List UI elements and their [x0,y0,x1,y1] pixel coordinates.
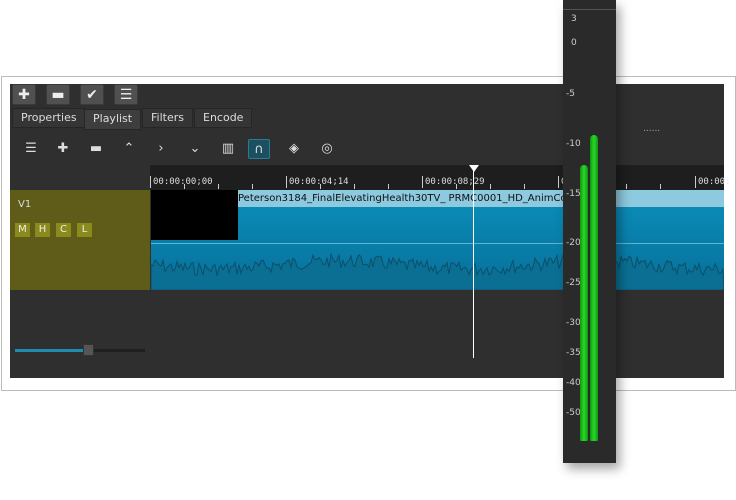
ruler-label: 00:00: [695,176,731,188]
remove-icon: ▬ [89,141,103,156]
ruler-tick [354,184,355,189]
tab-playlist[interactable]: Playlist [84,109,142,130]
snap-magnet-button[interactable]: ∩ [248,139,270,159]
ruler-tick [218,184,219,189]
split-button[interactable]: ⌄ [184,139,206,159]
track-name: V1 [18,199,32,210]
ruler-label: 00:00:04;14 [286,176,349,188]
menu-button[interactable]: ☰ [114,84,138,105]
minus-icon: ▬ [51,87,65,103]
meter-scale-label: -25 [566,278,581,288]
meter-scale-label: 0 [571,38,577,48]
ruler-tick [626,184,627,189]
playhead[interactable] [473,170,474,358]
hide-button[interactable]: H [35,223,50,237]
meter-scale-label: -10 [566,139,581,149]
meter-scale-label: -50 [566,408,581,418]
ruler-tick [320,184,321,189]
menu-button[interactable]: ☰ [20,139,42,159]
meter-scale-label: 3 [571,14,577,24]
meter-bar-left [580,165,588,441]
splitter-handle[interactable]: ...... [643,124,660,134]
mute-button[interactable]: M [15,223,30,237]
append-icon: ✚ [57,141,69,156]
overwrite-icon: › [158,141,164,156]
menu-icon: ☰ [25,141,37,156]
meter-scale-label: -20 [566,238,581,248]
meter-bar-right [590,135,598,441]
ruler-label: 00:00:00;00 [150,176,213,188]
meter-scale-label: -40 [566,378,581,388]
playhead-marker[interactable] [469,165,479,172]
apply-button[interactable]: ✔ [80,84,104,105]
ruler-tick [184,184,185,189]
lift-icon: ⌃ [123,141,135,156]
ripple-icon: ◎ [321,141,333,156]
split-clip-button[interactable]: ▥ [217,139,239,159]
tab-filters[interactable]: Filters [142,108,193,128]
lift-button[interactable]: ⌃ [118,139,140,159]
remove-button[interactable]: ▬ [46,84,70,105]
ripple-button[interactable]: ◎ [316,139,338,159]
tab-encode[interactable]: Encode [194,108,253,128]
plus-icon: ✚ [18,87,30,103]
zoom-slider-fill [15,349,88,352]
composite-button[interactable]: C [56,223,71,237]
lock-button[interactable]: L [77,223,92,237]
scrub-icon: ◈ [289,141,299,156]
ruler-tick [388,184,389,189]
append-button[interactable]: ✚ [52,139,74,159]
audio-waveform [151,252,724,290]
menu-icon: ☰ [119,87,133,103]
meter-scale-label: -5 [566,89,575,99]
scrub-button[interactable]: ◈ [283,139,305,159]
add-button[interactable]: ✚ [12,84,36,105]
ruler-tick [524,184,525,189]
ruler-label: 00:00:08;29 [422,176,485,188]
split-icon: ⌄ [189,141,201,156]
ruler-tick [490,184,491,189]
snap-magnet-icon: ∩ [254,142,264,157]
zoom-slider-thumb[interactable] [82,344,94,356]
clip-title: Peterson3184_FinalElevatingHealth30TV_ P… [238,190,724,207]
check-icon: ✔ [86,87,98,103]
ruler-tick [252,184,253,189]
tab-properties[interactable]: Properties [12,108,86,128]
clip-thumbnail [151,190,238,240]
overwrite-button[interactable]: › [150,139,172,159]
meter-scale-label: -15 [566,189,581,199]
remove-button[interactable]: ▬ [85,139,107,159]
meter-scale-label: -35 [566,348,581,358]
meter-scale-label: -30 [566,318,581,328]
meter-top-line [563,9,616,10]
split-clip-icon: ▥ [221,141,235,156]
ruler-tick [660,184,661,189]
ruler-tick [456,184,457,189]
